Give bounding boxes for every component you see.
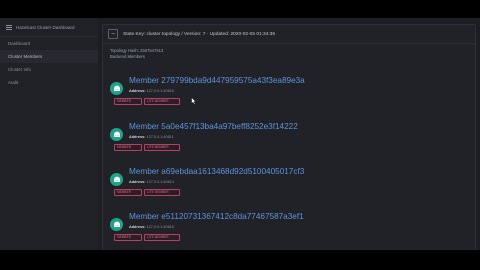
main-content: − State Key: cluster topology / Version:… bbox=[98, 18, 480, 250]
android-icon bbox=[110, 218, 123, 231]
address-label: Address: bbox=[129, 89, 146, 93]
state-panel: − State Key: cluster topology / Version:… bbox=[102, 24, 476, 250]
sidebar-header[interactable]: Hazelcast Cluster Dashboard bbox=[0, 18, 98, 37]
lite-member-tag: LITE MEMBER bbox=[144, 189, 180, 196]
address-label: Address: bbox=[129, 225, 146, 229]
member-item[interactable]: Member a69ebdaa1613468d92d5100405017cf3 … bbox=[110, 166, 470, 210]
member-address: Address: 127.0.0.1:40615 bbox=[129, 225, 174, 229]
member-address: Address: 127.0.0.1:40611 bbox=[129, 135, 174, 139]
address-value: 127.0.0.1:40610 bbox=[146, 89, 174, 93]
lite-member-tag: LITE MEMBER bbox=[144, 98, 180, 105]
member-address: Address: 127.0.0.1:40610 bbox=[129, 89, 174, 93]
member-tag: MEMBER bbox=[114, 189, 142, 196]
address-value: 127.0.0.1:40615 bbox=[146, 225, 174, 229]
address-value: 127.0.0.1:40611 bbox=[146, 135, 174, 139]
panel-subtitle: Backend Members bbox=[110, 54, 145, 59]
member-address: Address: 127.0.0.1:40614 bbox=[129, 180, 174, 184]
member-id-link[interactable]: Member 5a0e457f13ba4a97beff8252e3f14222 bbox=[129, 122, 298, 131]
member-tag: MEMBER bbox=[114, 234, 142, 241]
address-label: Address: bbox=[129, 180, 146, 184]
sidebar-item-cluster-members[interactable]: Cluster Members bbox=[0, 50, 98, 63]
panel-header: − State Key: cluster topology / Version:… bbox=[103, 25, 475, 44]
member-item[interactable]: Member e51120731367412c8da77467587a3ef1 … bbox=[110, 211, 470, 250]
sidebar-item-audit[interactable]: Audit bbox=[0, 76, 98, 89]
video-letterbox-bottom bbox=[0, 250, 480, 270]
android-icon bbox=[110, 82, 123, 95]
sidebar-item-dashboard[interactable]: Dashboard bbox=[0, 37, 98, 50]
collapse-button[interactable]: − bbox=[108, 29, 118, 39]
member-id-link[interactable]: Member 279799bda9d447959575a43f3ea89e3a bbox=[129, 76, 305, 85]
lite-member-tag: LITE MEMBER bbox=[144, 144, 180, 151]
video-letterbox-top bbox=[0, 0, 480, 18]
member-tag: MEMBER bbox=[114, 144, 142, 151]
android-icon bbox=[110, 173, 123, 186]
sidebar-item-cluster-info[interactable]: Cluster Info bbox=[0, 63, 98, 76]
member-tag: MEMBER bbox=[114, 98, 142, 105]
panel-meta: Topology Hash: 2587547613 Backend Member… bbox=[103, 44, 475, 60]
address-label: Address: bbox=[129, 135, 146, 139]
app-window: Hazelcast Cluster Dashboard Dashboard Cl… bbox=[0, 18, 480, 250]
sidebar: Hazelcast Cluster Dashboard Dashboard Cl… bbox=[0, 18, 99, 250]
member-id-link[interactable]: Member e51120731367412c8da77467587a3ef1 bbox=[129, 212, 304, 221]
android-icon bbox=[110, 128, 123, 141]
menu-icon[interactable] bbox=[6, 24, 12, 30]
member-item[interactable]: Member 279799bda9d447959575a43f3ea89e3a … bbox=[110, 75, 470, 119]
panel-title: State Key: cluster topology / Version: 7… bbox=[123, 31, 275, 37]
address-value: 127.0.0.1:40614 bbox=[146, 180, 174, 184]
member-item[interactable]: Member 5a0e457f13ba4a97beff8252e3f14222 … bbox=[110, 121, 470, 165]
member-id-link[interactable]: Member a69ebdaa1613468d92d5100405017cf3 bbox=[129, 167, 304, 176]
app-title: Hazelcast Cluster Dashboard bbox=[16, 24, 75, 30]
lite-member-tag: LITE MEMBER bbox=[144, 234, 180, 241]
mouse-cursor-icon bbox=[191, 97, 197, 105]
